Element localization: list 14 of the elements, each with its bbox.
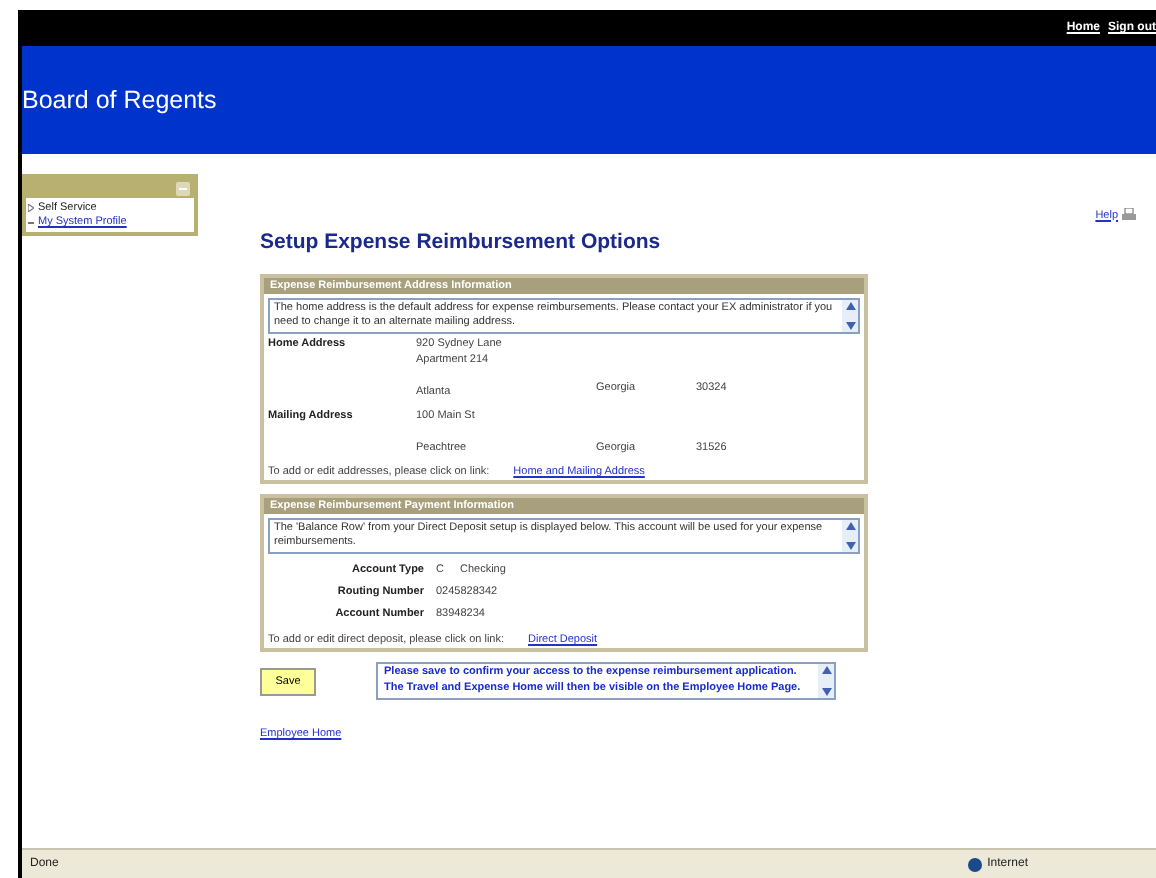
page-title: Setup Expense Reimbursement Options xyxy=(260,230,663,254)
scrollbar[interactable] xyxy=(818,664,834,698)
scroll-down-icon[interactable] xyxy=(821,688,831,696)
scrollbar[interactable] xyxy=(842,520,858,552)
scroll-down-icon[interactable] xyxy=(845,322,855,330)
globe-icon xyxy=(967,857,982,871)
scroll-up-icon[interactable] xyxy=(845,522,855,530)
banner-title: Board of Regents xyxy=(22,86,217,114)
scroll-up-icon[interactable] xyxy=(845,302,855,310)
scroll-down-icon[interactable] xyxy=(845,542,855,550)
printer-icon[interactable] xyxy=(1122,208,1136,222)
scroll-up-icon[interactable] xyxy=(821,666,831,674)
triangle-icon xyxy=(28,204,34,212)
scrollbar[interactable] xyxy=(842,300,858,332)
